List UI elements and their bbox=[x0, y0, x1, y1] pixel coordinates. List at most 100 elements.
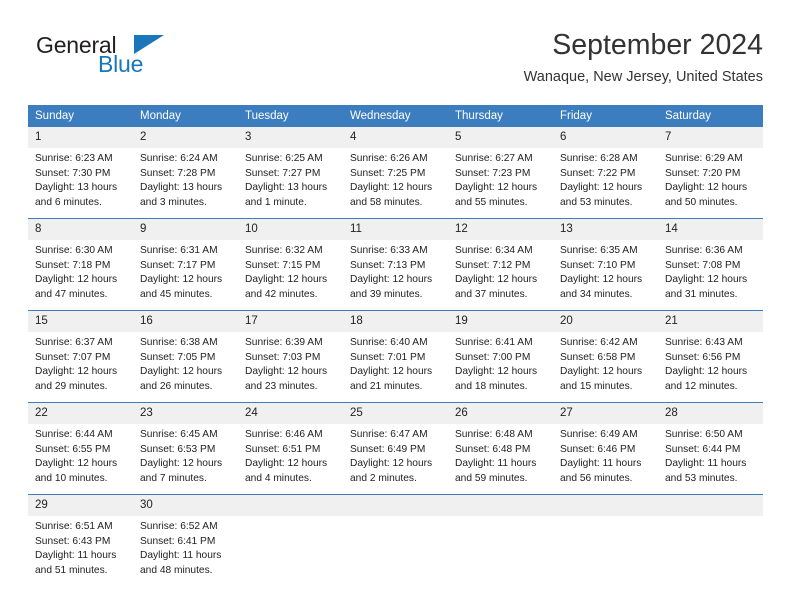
day-number bbox=[658, 495, 763, 516]
day-number: 1 bbox=[28, 127, 133, 148]
day-details: Sunrise: 6:37 AM Sunset: 7:07 PM Dayligh… bbox=[28, 332, 133, 402]
daylight-text-line1: Daylight: 12 hours bbox=[245, 274, 328, 286]
sunrise-text: Sunrise: 6:48 AM bbox=[455, 429, 533, 440]
sunset-text: Sunset: 6:53 PM bbox=[140, 443, 216, 455]
daylight-text-line1: Daylight: 11 hours bbox=[140, 550, 222, 562]
day-number: 18 bbox=[343, 311, 448, 332]
weekday-header-monday: Monday bbox=[133, 105, 238, 127]
day-number: 11 bbox=[343, 219, 448, 240]
day-number: 4 bbox=[343, 127, 448, 148]
day-cell[interactable]: 29 Sunrise: 6:51 AM Sunset: 6:43 PM Dayl… bbox=[28, 494, 133, 586]
day-cell[interactable]: 1 Sunrise: 6:23 AM Sunset: 7:30 PM Dayli… bbox=[28, 127, 133, 219]
day-cell[interactable]: 21 Sunrise: 6:43 AM Sunset: 6:56 PM Dayl… bbox=[658, 310, 763, 403]
sunset-text: Sunset: 6:56 PM bbox=[665, 351, 741, 363]
sunset-text: Sunset: 7:17 PM bbox=[140, 259, 216, 271]
daylight-text-line1: Daylight: 12 hours bbox=[35, 366, 118, 378]
day-cell[interactable]: 2 Sunrise: 6:24 AM Sunset: 7:28 PM Dayli… bbox=[133, 127, 238, 219]
day-cell[interactable]: 11 Sunrise: 6:33 AM Sunset: 7:13 PM Dayl… bbox=[343, 218, 448, 311]
day-number: 24 bbox=[238, 403, 343, 424]
day-cell[interactable]: 12 Sunrise: 6:34 AM Sunset: 7:12 PM Dayl… bbox=[448, 218, 553, 311]
day-details: Sunrise: 6:45 AM Sunset: 6:53 PM Dayligh… bbox=[133, 424, 238, 494]
day-number: 2 bbox=[133, 127, 238, 148]
sunrise-text: Sunrise: 6:50 AM bbox=[665, 429, 743, 440]
day-cell[interactable]: 18 Sunrise: 6:40 AM Sunset: 7:01 PM Dayl… bbox=[343, 310, 448, 403]
weekday-header-saturday: Saturday bbox=[658, 105, 763, 127]
daylight-text-line1: Daylight: 12 hours bbox=[665, 274, 748, 286]
day-cell[interactable]: 16 Sunrise: 6:38 AM Sunset: 7:05 PM Dayl… bbox=[133, 310, 238, 403]
sunrise-text: Sunrise: 6:39 AM bbox=[245, 337, 323, 348]
daylight-text-line2: and 6 minutes. bbox=[35, 196, 102, 208]
day-details: Sunrise: 6:52 AM Sunset: 6:41 PM Dayligh… bbox=[133, 516, 238, 586]
day-details: Sunrise: 6:27 AM Sunset: 7:23 PM Dayligh… bbox=[448, 148, 553, 218]
day-number bbox=[448, 495, 553, 516]
daylight-text-line2: and 39 minutes. bbox=[350, 288, 423, 300]
day-number: 22 bbox=[28, 403, 133, 424]
weekday-header-sunday: Sunday bbox=[28, 105, 133, 127]
day-cell[interactable]: 17 Sunrise: 6:39 AM Sunset: 7:03 PM Dayl… bbox=[238, 310, 343, 403]
brand-logo[interactable]: General Blue bbox=[36, 32, 186, 88]
day-details bbox=[238, 516, 343, 586]
day-cell[interactable]: 3 Sunrise: 6:25 AM Sunset: 7:27 PM Dayli… bbox=[238, 127, 343, 219]
sunset-text: Sunset: 7:20 PM bbox=[665, 167, 741, 179]
day-cell[interactable]: 14 Sunrise: 6:36 AM Sunset: 7:08 PM Dayl… bbox=[658, 218, 763, 311]
page-subtitle: Wanaque, New Jersey, United States bbox=[523, 69, 763, 85]
day-cell[interactable]: 27 Sunrise: 6:49 AM Sunset: 6:46 PM Dayl… bbox=[553, 402, 658, 495]
day-cell[interactable]: 24 Sunrise: 6:46 AM Sunset: 6:51 PM Dayl… bbox=[238, 402, 343, 495]
day-cell[interactable]: 7 Sunrise: 6:29 AM Sunset: 7:20 PM Dayli… bbox=[658, 127, 763, 219]
day-cell[interactable]: 20 Sunrise: 6:42 AM Sunset: 6:58 PM Dayl… bbox=[553, 310, 658, 403]
day-cell[interactable]: 8 Sunrise: 6:30 AM Sunset: 7:18 PM Dayli… bbox=[28, 218, 133, 311]
sunrise-text: Sunrise: 6:33 AM bbox=[350, 245, 428, 256]
day-number: 19 bbox=[448, 311, 553, 332]
sunrise-text: Sunrise: 6:52 AM bbox=[140, 521, 218, 532]
daylight-text-line1: Daylight: 12 hours bbox=[455, 182, 538, 194]
day-cell[interactable]: 5 Sunrise: 6:27 AM Sunset: 7:23 PM Dayli… bbox=[448, 127, 553, 219]
sunrise-text: Sunrise: 6:47 AM bbox=[350, 429, 428, 440]
daylight-text-line1: Daylight: 12 hours bbox=[140, 274, 223, 286]
daylight-text-line1: Daylight: 13 hours bbox=[245, 182, 328, 194]
sunset-text: Sunset: 6:55 PM bbox=[35, 443, 111, 455]
day-number: 3 bbox=[238, 127, 343, 148]
day-number: 28 bbox=[658, 403, 763, 424]
day-number: 17 bbox=[238, 311, 343, 332]
daylight-text-line1: Daylight: 11 hours bbox=[35, 550, 117, 562]
day-number: 26 bbox=[448, 403, 553, 424]
daylight-text-line2: and 31 minutes. bbox=[665, 288, 738, 300]
daylight-text-line2: and 53 minutes. bbox=[665, 472, 738, 484]
day-cell[interactable]: 4 Sunrise: 6:26 AM Sunset: 7:25 PM Dayli… bbox=[343, 127, 448, 219]
sunset-text: Sunset: 7:00 PM bbox=[455, 351, 531, 363]
sunrise-text: Sunrise: 6:51 AM bbox=[35, 521, 113, 532]
day-cell-empty bbox=[238, 494, 343, 586]
day-cell[interactable]: 6 Sunrise: 6:28 AM Sunset: 7:22 PM Dayli… bbox=[553, 127, 658, 219]
daylight-text-line1: Daylight: 11 hours bbox=[560, 458, 642, 470]
day-cell[interactable]: 13 Sunrise: 6:35 AM Sunset: 7:10 PM Dayl… bbox=[553, 218, 658, 311]
day-cell[interactable]: 10 Sunrise: 6:32 AM Sunset: 7:15 PM Dayl… bbox=[238, 218, 343, 311]
daylight-text-line1: Daylight: 12 hours bbox=[560, 274, 643, 286]
sunrise-text: Sunrise: 6:44 AM bbox=[35, 429, 113, 440]
sunrise-text: Sunrise: 6:26 AM bbox=[350, 153, 428, 164]
day-number: 15 bbox=[28, 311, 133, 332]
day-details: Sunrise: 6:34 AM Sunset: 7:12 PM Dayligh… bbox=[448, 240, 553, 310]
day-cell[interactable]: 26 Sunrise: 6:48 AM Sunset: 6:48 PM Dayl… bbox=[448, 402, 553, 495]
calendar-week-row: 8 Sunrise: 6:30 AM Sunset: 7:18 PM Dayli… bbox=[28, 218, 763, 311]
day-details: Sunrise: 6:44 AM Sunset: 6:55 PM Dayligh… bbox=[28, 424, 133, 494]
day-cell[interactable]: 28 Sunrise: 6:50 AM Sunset: 6:44 PM Dayl… bbox=[658, 402, 763, 495]
day-cell[interactable]: 15 Sunrise: 6:37 AM Sunset: 7:07 PM Dayl… bbox=[28, 310, 133, 403]
daylight-text-line2: and 2 minutes. bbox=[350, 472, 417, 484]
page-header: General Blue September 2024 Wanaque, New… bbox=[28, 28, 763, 94]
day-cell[interactable]: 30 Sunrise: 6:52 AM Sunset: 6:41 PM Dayl… bbox=[133, 494, 238, 586]
sunset-text: Sunset: 7:27 PM bbox=[245, 167, 321, 179]
day-cell[interactable]: 19 Sunrise: 6:41 AM Sunset: 7:00 PM Dayl… bbox=[448, 310, 553, 403]
day-cell[interactable]: 23 Sunrise: 6:45 AM Sunset: 6:53 PM Dayl… bbox=[133, 402, 238, 495]
daylight-text-line2: and 7 minutes. bbox=[140, 472, 207, 484]
day-cell[interactable]: 22 Sunrise: 6:44 AM Sunset: 6:55 PM Dayl… bbox=[28, 402, 133, 495]
day-details: Sunrise: 6:43 AM Sunset: 6:56 PM Dayligh… bbox=[658, 332, 763, 402]
day-cell[interactable]: 9 Sunrise: 6:31 AM Sunset: 7:17 PM Dayli… bbox=[133, 218, 238, 311]
sunset-text: Sunset: 7:23 PM bbox=[455, 167, 531, 179]
day-cell[interactable]: 25 Sunrise: 6:47 AM Sunset: 6:49 PM Dayl… bbox=[343, 402, 448, 495]
sunrise-text: Sunrise: 6:37 AM bbox=[35, 337, 113, 348]
brand-name-blue: Blue bbox=[98, 51, 144, 77]
daylight-text-line2: and 42 minutes. bbox=[245, 288, 318, 300]
sunrise-text: Sunrise: 6:23 AM bbox=[35, 153, 113, 164]
day-details: Sunrise: 6:50 AM Sunset: 6:44 PM Dayligh… bbox=[658, 424, 763, 494]
daylight-text-line1: Daylight: 12 hours bbox=[350, 274, 433, 286]
